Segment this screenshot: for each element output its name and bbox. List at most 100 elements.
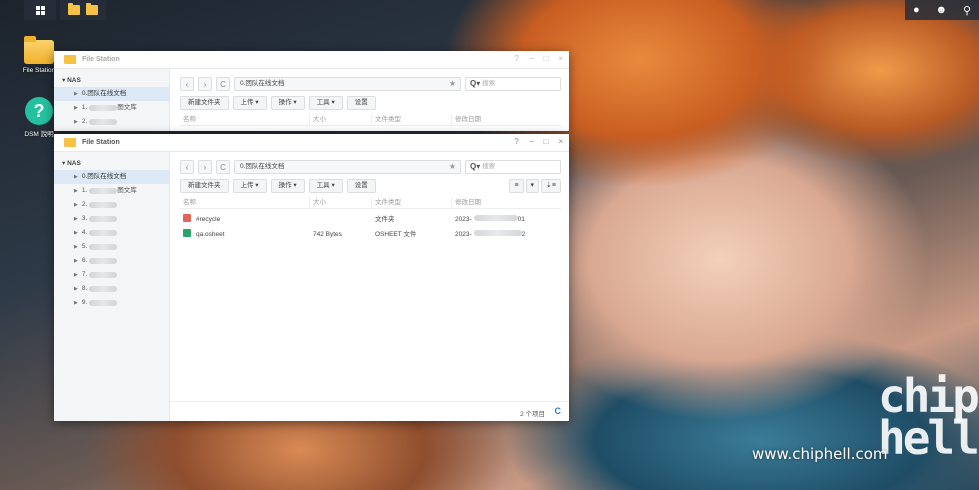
close-button[interactable]: ×	[558, 137, 563, 146]
file-station-icon	[64, 55, 76, 64]
refresh-button[interactable]: C	[216, 160, 230, 174]
column-type[interactable]: 文件类型	[372, 197, 452, 208]
table-row[interactable]: qa.osheet 742 Bytes OSHEET 文件 2023- 2	[180, 227, 561, 242]
chat-icon[interactable]: ●	[913, 4, 920, 16]
folder-tree: ▾ NAS ▶ 0.团队在线文档 ▶ 1. 图文库 ▶ 2.	[54, 69, 170, 131]
help-button[interactable]: ?	[514, 54, 518, 63]
sheet-file-icon	[183, 229, 191, 237]
forward-button[interactable]: ›	[198, 160, 212, 174]
file-size: 742 Bytes	[313, 231, 342, 238]
path-bar[interactable]: 0.团队在线文档 ★	[234, 77, 461, 91]
back-button[interactable]: ‹	[180, 77, 194, 91]
star-icon[interactable]: ★	[449, 161, 456, 173]
tree-item[interactable]: ▶ 7.	[54, 268, 169, 282]
column-size[interactable]: 大小	[310, 114, 372, 125]
watermark-url: www.chiphell.com	[752, 445, 888, 463]
maximize-button[interactable]: □	[543, 137, 548, 146]
file-date: 2023- 01	[455, 215, 525, 223]
tree-item[interactable]: ▶ 9.	[54, 296, 169, 310]
settings-button[interactable]: 设置	[346, 179, 376, 193]
recycle-icon	[183, 214, 191, 222]
window-titlebar[interactable]: File Station ? − □ ×	[54, 134, 569, 152]
maximize-button[interactable]: □	[543, 54, 548, 63]
file-station-window-back[interactable]: File Station ? − □ × ▾ NAS ▶ 0.团队在线文档 ▶ 1.…	[54, 51, 569, 131]
column-name[interactable]: 名称	[180, 197, 310, 208]
table-header: 名称 大小 文件类型 修改日期	[180, 114, 561, 126]
forward-button[interactable]: ›	[198, 77, 212, 91]
tree-item[interactable]: ▶ 6.	[54, 254, 169, 268]
taskbar-right: ● ☻ ⚲	[905, 0, 979, 20]
search-icon: Q▾	[470, 79, 481, 88]
column-date[interactable]: 修改日期	[452, 114, 561, 125]
tree-item[interactable]: ▶ 1. 图文库	[54, 101, 169, 115]
upload-button[interactable]: 上传 ▾	[232, 96, 267, 110]
tree-item[interactable]: ▶ 8.	[54, 282, 169, 296]
search-icon[interactable]: ⚲	[963, 4, 971, 17]
star-icon[interactable]: ★	[449, 78, 456, 90]
tools-button[interactable]: 工具 ▾	[308, 179, 343, 193]
refresh-button[interactable]: C	[216, 77, 230, 91]
sort-button[interactable]: ⇣≡	[541, 179, 561, 193]
file-name: qa.osheet	[196, 231, 225, 238]
user-icon[interactable]: ☻	[935, 4, 947, 16]
item-count: 2 个项目	[520, 411, 545, 418]
search-input[interactable]: Q▾ 搜索	[465, 77, 561, 91]
tools-button[interactable]: 工具 ▾	[308, 96, 343, 110]
tree-item[interactable]: ▶ 4.	[54, 226, 169, 240]
file-station-taskbar-icon[interactable]	[68, 3, 80, 15]
tree-item[interactable]: ▶ 2.	[54, 198, 169, 212]
main-pane: ‹ › C 0.团队在线文档 ★ Q▾ 搜索 新建文件夹 上传 ▾ 操作 ▾ 工具 …	[170, 152, 569, 421]
file-station-window[interactable]: File Station ? − □ × ▾ NAS ▶ 0.团队在线文档 ▶ 1.…	[54, 134, 569, 421]
minimize-button[interactable]: −	[529, 137, 534, 146]
tree-item[interactable]: ▶ 0.团队在线文档	[54, 170, 169, 184]
path-bar[interactable]: 0.团队在线文档 ★	[234, 160, 461, 174]
tree-item[interactable]: ▶ 3.	[54, 212, 169, 226]
window-controls: ? − □ ×	[514, 54, 563, 63]
search-input[interactable]: Q▾ 搜索	[465, 160, 561, 174]
table-row[interactable]: #recycle 文件夹 2023- 01	[180, 212, 561, 227]
search-icon: Q▾	[470, 162, 481, 171]
column-name[interactable]: 名称	[180, 114, 310, 125]
tree-item[interactable]: ▶ 2.	[54, 115, 169, 129]
back-button[interactable]: ‹	[180, 160, 194, 174]
folder-tree: ▾ NAS ▶ 0.团队在线文档 ▶ 1. 图文库 ▶ 2. ▶ 3. ▶ 4. ▶ 5. ▶…	[54, 152, 170, 421]
tree-item[interactable]: ▶ 1. 图文库	[54, 184, 169, 198]
tree-root[interactable]: ▾ NAS	[54, 158, 169, 170]
new-folder-button[interactable]: 新建文件夹	[180, 179, 229, 193]
close-button[interactable]: ×	[558, 54, 563, 63]
column-size[interactable]: 大小	[310, 197, 372, 208]
column-date[interactable]: 修改日期	[452, 197, 561, 208]
file-type: 文件夹	[375, 216, 395, 223]
view-dropdown-button[interactable]: ▾	[525, 179, 540, 193]
action-toolbar: 新建文件夹 上传 ▾ 操作 ▾ 工具 ▾ 设置	[180, 96, 561, 110]
grid-icon	[35, 5, 45, 15]
column-type[interactable]: 文件类型	[372, 114, 452, 125]
file-type: OSHEET 文件	[375, 231, 417, 238]
file-name: #recycle	[196, 216, 221, 223]
tree-root[interactable]: ▾ NAS	[54, 75, 169, 87]
list-view-button[interactable]: ≡	[509, 179, 524, 193]
new-folder-button[interactable]: 新建文件夹	[180, 96, 229, 110]
status-bar: 2 个项目 C	[170, 401, 569, 421]
minimize-button[interactable]: −	[529, 54, 534, 63]
tree-item[interactable]: ▶ 0.团队在线文档	[54, 87, 169, 101]
help-icon: ?	[25, 97, 53, 125]
upload-button[interactable]: 上传 ▾	[232, 179, 267, 193]
action-button[interactable]: 操作 ▾	[270, 179, 305, 193]
action-button[interactable]: 操作 ▾	[270, 96, 305, 110]
chiphell-logo: chip hell	[878, 369, 979, 465]
help-button[interactable]: ?	[514, 137, 518, 146]
file-station-taskbar-icon-2[interactable]	[86, 3, 98, 15]
refresh-icon[interactable]: C	[555, 406, 562, 416]
nav-toolbar: ‹ › C 0.团队在线文档 ★ Q▾ 搜索	[180, 160, 561, 174]
main-menu-button[interactable]	[24, 0, 56, 20]
main-pane: ‹ › C 0.团队在线文档 ★ Q▾ 搜索 新建文件夹 上传 ▾ 操作 ▾ 工具 …	[170, 69, 569, 131]
nav-toolbar: ‹ › C 0.团队在线文档 ★ Q▾ 搜索	[180, 77, 561, 91]
taskbar-apps	[60, 0, 106, 20]
settings-button[interactable]: 设置	[346, 96, 376, 110]
file-size	[310, 212, 372, 227]
window-controls: ? − □ ×	[514, 137, 563, 146]
window-titlebar[interactable]: File Station ? − □ ×	[54, 51, 569, 69]
window-title: File Station	[82, 139, 120, 146]
tree-item[interactable]: ▶ 5.	[54, 240, 169, 254]
